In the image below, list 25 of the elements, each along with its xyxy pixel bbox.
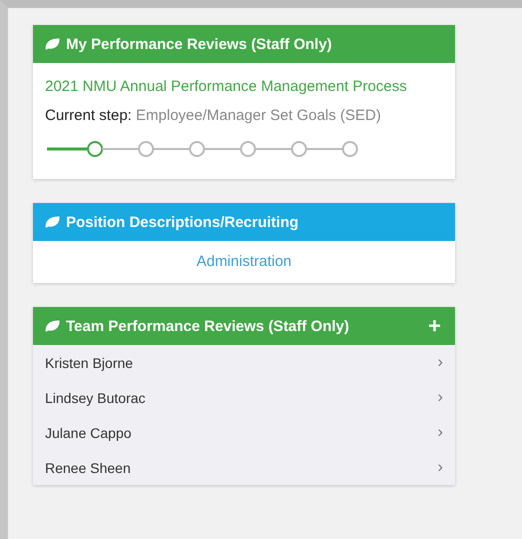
person-row[interactable]: Renee Sheen ›: [33, 450, 455, 485]
current-step-text: Current step: Employee/Manager Set Goals (SED): [45, 106, 382, 126]
card-title: Team Performance Reviews (Staff Only): [66, 318, 350, 334]
person-name: Kristen Bjorne: [45, 354, 134, 370]
card-title: Position Descriptions/Recruiting: [66, 214, 300, 230]
chevron-icon: ›: [438, 424, 443, 442]
chevron-icon: ›: [438, 388, 443, 406]
person-name: Renee Sheen: [45, 460, 132, 476]
person-row[interactable]: Julane Cappo ›: [33, 415, 455, 450]
person-row[interactable]: Lindsey Butorac ›: [33, 380, 455, 415]
card-title: My Performance Reviews (Staff Only): [66, 36, 333, 52]
person-row[interactable]: Kristen Bjorne ›: [33, 345, 455, 380]
leaf-icon: [45, 320, 60, 332]
person-name: Lindsey Butorac: [45, 390, 146, 406]
step-connector: [204, 148, 241, 150]
chevron-icon: ›: [438, 354, 443, 372]
leaf-icon: [45, 38, 60, 50]
step-connector: [153, 148, 190, 150]
chevron-icon: ›: [438, 458, 443, 476]
step-connector: [306, 148, 343, 150]
person-name: Julane Cappo: [45, 424, 132, 440]
step-connector: [255, 148, 292, 150]
step-connector: [102, 148, 139, 150]
step-connector: [47, 148, 88, 150]
leaf-icon: [45, 216, 60, 228]
